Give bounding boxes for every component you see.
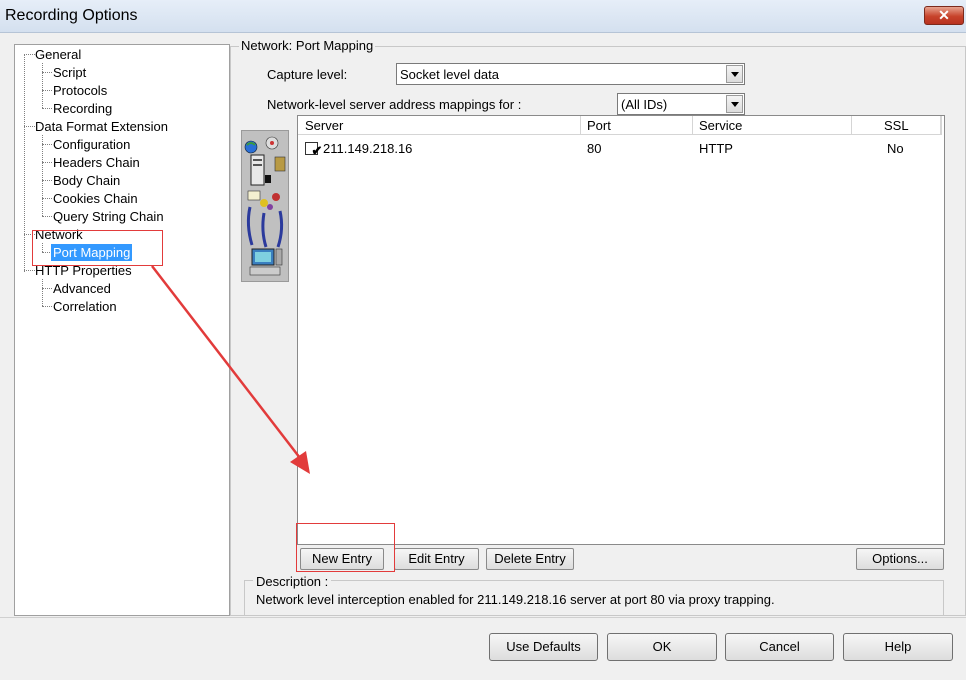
help-button[interactable]: Help bbox=[843, 633, 953, 661]
capture-level-value: Socket level data bbox=[400, 67, 500, 82]
tree-line bbox=[24, 54, 25, 272]
tree-line bbox=[42, 162, 52, 163]
group-title: Network: Port Mapping bbox=[239, 38, 376, 53]
row-checkbox[interactable]: ✔ bbox=[305, 142, 322, 157]
tree-item-recording[interactable]: Recording bbox=[53, 100, 112, 117]
tree-line bbox=[42, 288, 52, 289]
tree-line bbox=[42, 180, 52, 181]
mapping-list[interactable]: Server Port Service SSL ✔ 211.149.218.16… bbox=[297, 115, 945, 545]
use-defaults-button[interactable]: Use Defaults bbox=[489, 633, 598, 661]
description-title: Description : bbox=[253, 574, 332, 589]
network-icon-strip bbox=[241, 130, 289, 282]
options-tree: General Script Protocols Recording Data … bbox=[14, 44, 230, 616]
delete-entry-button[interactable]: Delete Entry bbox=[486, 548, 574, 570]
chevron-down-icon[interactable] bbox=[726, 95, 743, 113]
tree-line bbox=[42, 216, 52, 217]
options-button[interactable]: Options... bbox=[856, 548, 944, 570]
description-text: Network level interception enabled for 2… bbox=[256, 592, 775, 607]
table-row[interactable]: ✔ 211.149.218.16 80 HTTP No bbox=[298, 139, 938, 157]
column-header-server[interactable]: Server bbox=[305, 118, 343, 133]
tree-line bbox=[42, 279, 43, 306]
tree-item-protocols[interactable]: Protocols bbox=[53, 82, 107, 99]
window-title: Recording Options bbox=[5, 7, 138, 24]
column-header-service[interactable]: Service bbox=[699, 118, 742, 133]
cell-port: 80 bbox=[587, 141, 602, 156]
tree-item-script[interactable]: Script bbox=[53, 64, 86, 81]
checkmark-icon: ✔ bbox=[311, 143, 323, 158]
ok-button[interactable]: OK bbox=[607, 633, 717, 661]
capture-level-label: Capture level: bbox=[267, 67, 348, 82]
tree-line bbox=[42, 90, 52, 91]
tree-line bbox=[42, 108, 52, 109]
separator bbox=[0, 617, 966, 618]
column-header-port[interactable]: Port bbox=[587, 118, 611, 133]
chevron-down-icon[interactable] bbox=[726, 65, 743, 83]
tree-item-general[interactable]: General bbox=[35, 46, 81, 63]
tree-line bbox=[42, 198, 52, 199]
tree-line bbox=[42, 63, 43, 108]
capture-level-select[interactable]: Socket level data bbox=[396, 63, 745, 85]
mapping-id-select[interactable]: (All IDs) bbox=[617, 93, 745, 115]
tree-item-advanced[interactable]: Advanced bbox=[53, 280, 111, 297]
tree-line bbox=[24, 270, 35, 271]
cell-service: HTTP bbox=[699, 141, 733, 156]
tree-item-data-format-extension[interactable]: Data Format Extension bbox=[35, 118, 168, 135]
cell-server: 211.149.218.16 bbox=[323, 141, 413, 156]
tree-line bbox=[42, 306, 52, 307]
network-diagram-icon bbox=[244, 136, 286, 276]
mapping-label: Network-level server address mappings fo… bbox=[267, 97, 522, 112]
list-header: Server Port Service SSL bbox=[298, 116, 942, 135]
mapping-id-value: (All IDs) bbox=[621, 97, 668, 112]
tree-item-configuration[interactable]: Configuration bbox=[53, 136, 130, 153]
tree-item-cookies-chain[interactable]: Cookies Chain bbox=[53, 190, 138, 207]
tree-item-query-string-chain[interactable]: Query String Chain bbox=[53, 208, 164, 225]
close-button[interactable]: ✕ bbox=[924, 6, 964, 25]
edit-entry-button[interactable]: Edit Entry bbox=[394, 548, 479, 570]
column-header-ssl[interactable]: SSL bbox=[884, 118, 909, 133]
tree-line bbox=[24, 126, 35, 127]
close-icon: ✕ bbox=[938, 7, 950, 23]
title-bar: Recording Options ✕ bbox=[0, 0, 966, 33]
annotation-box-new-entry bbox=[296, 523, 395, 572]
cell-ssl: No bbox=[887, 141, 904, 156]
tree-line bbox=[42, 72, 52, 73]
tree-item-correlation[interactable]: Correlation bbox=[53, 298, 117, 315]
tree-item-headers-chain[interactable]: Headers Chain bbox=[53, 154, 140, 171]
tree-item-body-chain[interactable]: Body Chain bbox=[53, 172, 120, 189]
tree-line bbox=[42, 144, 52, 145]
tree-line bbox=[24, 54, 35, 55]
tree-line bbox=[42, 135, 43, 216]
cancel-button[interactable]: Cancel bbox=[725, 633, 834, 661]
annotation-box-port-mapping bbox=[32, 230, 163, 266]
